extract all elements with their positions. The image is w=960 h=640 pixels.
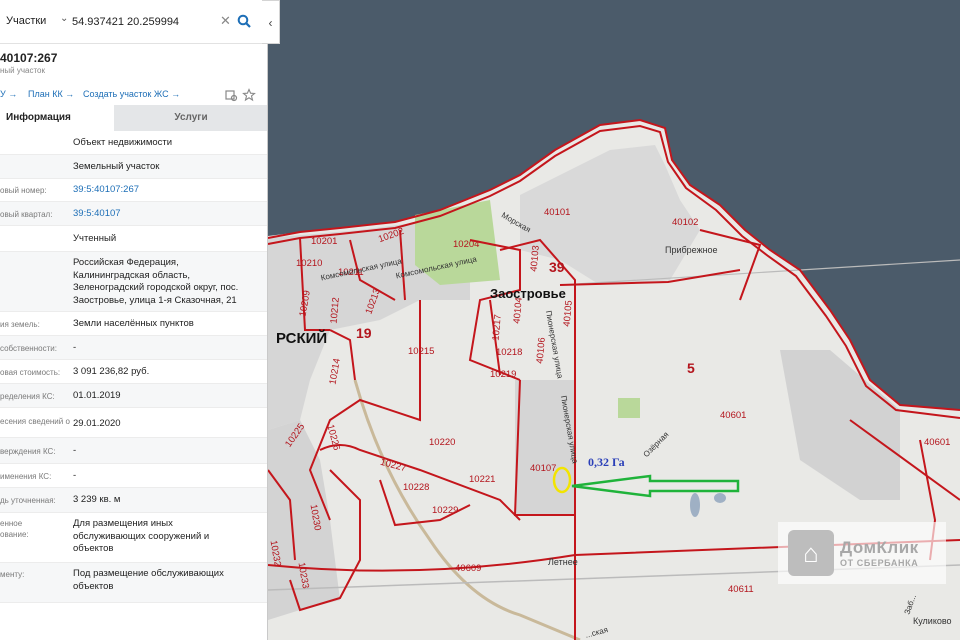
row-label: менту: — [0, 570, 25, 579]
cadastral-number-title: 40107:267 — [0, 51, 58, 65]
table-row: Земельный участок — [0, 155, 267, 179]
watermark-line1: ДомКлик — [840, 538, 919, 557]
chevron-down-icon[interactable]: ⌄ — [60, 13, 68, 24]
address-value: Российская Федерация, Калининградская об… — [73, 257, 239, 306]
link-partial[interactable]: У → — [0, 89, 17, 99]
table-row: Объект недвижимости — [0, 131, 267, 155]
row-value: Учтенный — [73, 233, 117, 244]
row-label: есения сведений о — [0, 417, 70, 426]
row-label: овый номер: — [0, 186, 47, 195]
row-label: ия земель: — [0, 320, 40, 329]
domclick-watermark: ⌂ ДомКлик ОТ СБЕРБАНКА — [778, 522, 946, 584]
cadastral-quarter-link[interactable]: 39:5:40107 — [73, 208, 263, 221]
watermark-line2: ОТ СБЕРБАНКА — [840, 558, 919, 568]
search-input[interactable] — [72, 8, 218, 36]
row-value: 3 239 кв. м — [73, 494, 121, 505]
urban-area-zaostrove — [520, 145, 700, 285]
row-label: дь уточненная: — [0, 496, 56, 505]
table-row: ия земель: Земли населённых пунктов — [0, 312, 267, 336]
table-row: овый квартал: 39:5:40107 — [0, 202, 267, 226]
green-patch — [618, 398, 640, 418]
link-create-plot[interactable]: Создать участок ЖС → — [83, 89, 180, 99]
row-value: 3 091 236,82 руб. — [73, 366, 150, 377]
row-label: ределения КС: — [0, 392, 55, 401]
row-value: Земельный участок — [73, 161, 160, 172]
info-panel: Участки ⌄ ✕ 40107:267 ный участок У → Пл… — [0, 0, 268, 640]
collapse-panel-button[interactable]: ‹ — [262, 0, 280, 44]
row-value: - — [73, 445, 77, 456]
table-row: овая стоимость: 3 091 236,82 руб. — [0, 360, 267, 384]
row-label: енное ование: — [0, 519, 29, 539]
row-label: верждения КС: — [0, 447, 56, 456]
table-row: собственности: - — [0, 336, 267, 360]
table-row: Российская Федерация, Калининградская об… — [0, 252, 267, 312]
pointer-arrow — [571, 474, 740, 498]
search-icon — [237, 14, 251, 28]
row-value: - — [73, 470, 77, 481]
object-subtitle: ный участок — [0, 66, 45, 75]
row-value: Земли населённых пунктов — [73, 318, 194, 329]
urban-area-south — [515, 380, 575, 515]
table-row: именения КС: - — [0, 464, 267, 488]
row-value: 01.01.2019 — [73, 390, 121, 401]
row-label: овая стоимость: — [0, 368, 61, 377]
table-row: менту: Под размещение обслуживающих объе… — [0, 563, 267, 603]
search-type-select[interactable]: Участки — [6, 15, 46, 27]
tab-information[interactable]: Информация — [0, 105, 114, 131]
pond — [690, 493, 700, 517]
row-value: 29.01.2020 — [73, 418, 121, 429]
star-icon[interactable] — [242, 88, 256, 102]
search-bar: Участки ⌄ ✕ — [0, 0, 262, 44]
row-label: овый квартал: — [0, 210, 53, 219]
table-row: енное ование: Для размещения иных обслуж… — [0, 513, 267, 563]
pond — [714, 493, 726, 503]
row-value: Объект недвижимости — [73, 137, 173, 148]
table-row: дь уточненная: 3 239 кв. м — [0, 488, 267, 513]
table-row: верждения КС: - — [0, 438, 267, 464]
table-row: ределения КС: 01.01.2019 — [0, 384, 267, 408]
tab-services[interactable]: Услуги — [114, 105, 267, 131]
cadastral-number-link[interactable]: 39:5:40107:267 — [73, 184, 263, 197]
table-row: есения сведений о 29.01.2020 — [0, 408, 267, 438]
table-row: Учтенный — [0, 226, 267, 252]
row-label: собственности: — [0, 344, 57, 353]
table-row: овый номер: 39:5:40107:267 — [0, 179, 267, 202]
link-plan-kk[interactable]: План КК → — [28, 89, 74, 99]
watermark-text: ДомКлик ОТ СБЕРБАНКА — [840, 538, 919, 568]
domclick-logo-icon: ⌂ — [788, 530, 834, 576]
row-value: Для размещения иных обслуживающих сооруж… — [73, 518, 210, 554]
print-icon[interactable] — [224, 88, 238, 102]
search-button[interactable] — [234, 10, 254, 32]
row-label: именения КС: — [0, 472, 52, 481]
close-icon[interactable]: ✕ — [220, 13, 231, 29]
row-value: - — [73, 342, 77, 353]
area-annotation: 0,32 Га — [588, 455, 625, 469]
row-value: Под размещение обслуживающих объектов — [73, 568, 224, 592]
tab-bar: Информация Услуги — [0, 105, 267, 131]
